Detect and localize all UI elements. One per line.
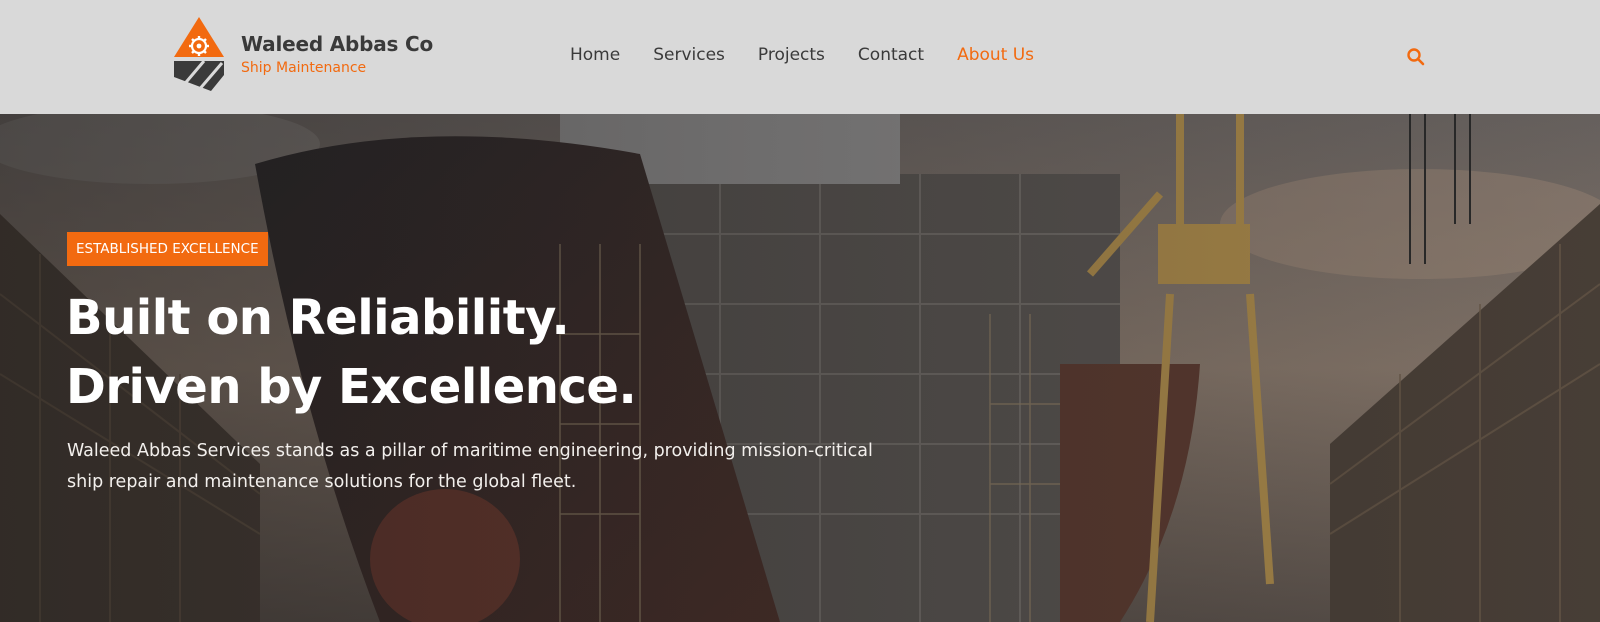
- brand-tagline: Ship Maintenance: [241, 60, 367, 76]
- hero-headline-line-2: Driven by Excellence.: [66, 359, 637, 415]
- nav-item-home[interactable]: Home: [570, 45, 620, 69]
- site-header: Waleed Abbas Co Ship Maintenance Home Se…: [0, 0, 1600, 114]
- hero-headline: Built on Reliability. Driven by Excellen…: [66, 284, 866, 422]
- nav-item-about-us[interactable]: About Us: [957, 45, 1034, 69]
- nav-item-projects[interactable]: Projects: [758, 45, 825, 69]
- brand-logo-link[interactable]: Waleed Abbas Co Ship Maintenance: [174, 17, 474, 95]
- main-nav: Home Services Projects Contact About Us: [570, 45, 1034, 69]
- nav-item-services[interactable]: Services: [653, 45, 725, 69]
- hero-description: Waleed Abbas Services stands as a pillar…: [67, 441, 873, 492]
- hero-section: ESTABLISHED EXCELLENCE Built on Reliabil…: [0, 114, 1600, 622]
- brand-name: Waleed Abbas Co: [241, 32, 434, 56]
- gear-triangle-logo-icon: [174, 17, 224, 92]
- nav-item-contact[interactable]: Contact: [858, 45, 924, 69]
- hero-badge: ESTABLISHED EXCELLENCE: [67, 232, 268, 266]
- search-icon: [1407, 48, 1425, 66]
- hero-headline-line-1: Built on Reliability.: [66, 290, 570, 346]
- search-button[interactable]: [1405, 46, 1427, 68]
